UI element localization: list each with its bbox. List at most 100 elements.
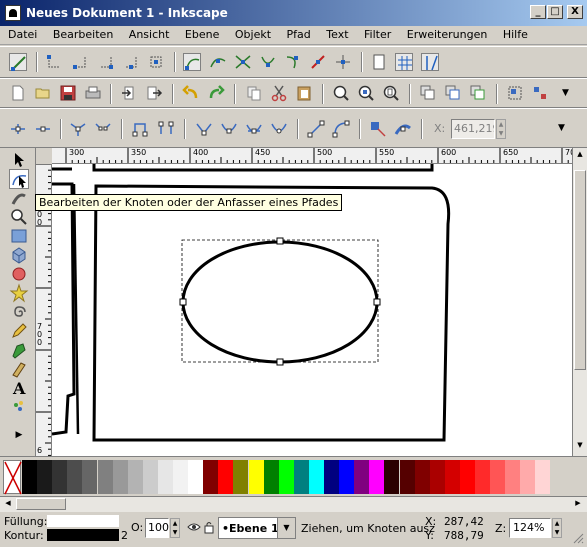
layer-select[interactable]: •Ebene 1 ▼: [218, 517, 296, 539]
color-swatch[interactable]: [369, 460, 385, 494]
color-swatch[interactable]: [339, 460, 355, 494]
smooth-node-icon[interactable]: [220, 120, 238, 138]
spiral-tool-icon[interactable]: [9, 302, 29, 322]
minimize-button[interactable]: _: [530, 5, 546, 19]
scroll-left-arrow-icon[interactable]: ◀: [2, 499, 14, 510]
spray-tool-icon[interactable]: [9, 397, 29, 417]
ellipse-node-left[interactable]: [179, 298, 187, 306]
node-toolbar-overflow-chevron-icon[interactable]: ▼: [558, 123, 565, 133]
tweak-tool-icon[interactable]: [9, 188, 29, 208]
print-icon[interactable]: [84, 84, 102, 102]
color-swatch[interactable]: [308, 460, 324, 494]
scroll-up-arrow-icon[interactable]: ▲: [575, 150, 585, 162]
snap-smooth-nodes-icon[interactable]: [284, 53, 302, 71]
menu-hilfe[interactable]: Hilfe: [497, 26, 534, 44]
color-swatch[interactable]: [22, 460, 37, 494]
calligraphy-tool-icon[interactable]: [9, 359, 29, 379]
color-swatch[interactable]: [490, 460, 506, 494]
star-tool-icon[interactable]: [9, 283, 29, 303]
color-swatch[interactable]: [37, 460, 53, 494]
zoom-selection-icon[interactable]: [332, 84, 350, 102]
ellipse-node-right[interactable]: [373, 298, 381, 306]
make-segment-line-icon[interactable]: [307, 120, 325, 138]
menu-ebene[interactable]: Ebene: [179, 26, 225, 44]
selected-ellipse[interactable]: [181, 240, 379, 364]
menu-text[interactable]: Text: [320, 26, 354, 44]
snap-midpoints-icon[interactable]: [309, 53, 327, 71]
stroke-to-path-icon[interactable]: [394, 120, 412, 138]
color-swatch[interactable]: [188, 460, 204, 494]
object-to-path-icon[interactable]: [369, 120, 387, 138]
color-swatch[interactable]: [233, 460, 249, 494]
color-swatch[interactable]: [248, 460, 264, 494]
new-document-icon[interactable]: [9, 84, 27, 102]
scroll-right-arrow-icon[interactable]: ▶: [572, 499, 584, 510]
stroke-indicator[interactable]: [47, 529, 119, 541]
snap-nodes-icon[interactable]: [183, 53, 201, 71]
layer-lock-icon[interactable]: [203, 520, 215, 534]
undo-icon[interactable]: [182, 84, 200, 102]
open-folder-icon[interactable]: [34, 84, 52, 102]
redo-icon[interactable]: [207, 84, 225, 102]
menu-filter[interactable]: Filter: [358, 26, 397, 44]
color-swatch[interactable]: [535, 460, 551, 494]
duplicate-icon[interactable]: [419, 84, 437, 102]
menu-erweiterungen[interactable]: Erweiterungen: [401, 26, 494, 44]
color-swatch[interactable]: [173, 460, 188, 494]
color-swatch[interactable]: [384, 460, 400, 494]
snap-centers-icon[interactable]: [334, 53, 352, 71]
snap-paths-icon[interactable]: [209, 53, 227, 71]
color-swatch[interactable]: [52, 460, 68, 494]
snap-guides-icon[interactable]: [421, 53, 439, 71]
pen-tool-icon[interactable]: [9, 340, 29, 360]
color-swatch[interactable]: [354, 460, 370, 494]
color-swatch[interactable]: [82, 460, 98, 494]
zoom-spinner[interactable]: ▲ ▼: [552, 518, 562, 538]
join-segment-icon[interactable]: [131, 120, 149, 138]
color-swatch[interactable]: [520, 460, 536, 494]
color-swatch[interactable]: [142, 460, 158, 494]
menu-pfad[interactable]: Pfad: [281, 26, 317, 44]
save-icon[interactable]: [59, 84, 77, 102]
color-swatch[interactable]: [157, 460, 173, 494]
color-swatch[interactable]: [459, 460, 475, 494]
snap-bbox-centers-icon[interactable]: [147, 53, 165, 71]
group-icon[interactable]: [506, 84, 524, 102]
toolbox-more-chevron-icon[interactable]: ▶: [9, 430, 29, 450]
horizontal-scroll-thumb[interactable]: [16, 498, 66, 510]
text-tool-icon[interactable]: A: [9, 378, 29, 398]
color-swatch[interactable]: [399, 460, 415, 494]
snap-bbox-edges-icon[interactable]: [71, 53, 89, 71]
resize-grip-icon[interactable]: [572, 532, 584, 544]
color-swatch[interactable]: [414, 460, 430, 494]
color-swatch[interactable]: [278, 460, 294, 494]
main-frame-shape[interactable]: [92, 184, 451, 442]
color-swatch[interactable]: [505, 460, 521, 494]
color-swatch[interactable]: [97, 460, 113, 494]
vertical-scroll-thumb[interactable]: [574, 170, 586, 370]
fill-indicator[interactable]: [47, 515, 119, 527]
menu-ansicht[interactable]: Ansicht: [123, 26, 176, 44]
zoom-input[interactable]: 124%: [509, 518, 551, 538]
cut-icon[interactable]: [270, 84, 288, 102]
color-swatch[interactable]: [324, 460, 339, 494]
color-swatch[interactable]: [263, 460, 279, 494]
snap-bbox-icon[interactable]: [45, 53, 63, 71]
color-swatch[interactable]: [429, 460, 445, 494]
rectangle-tool-icon[interactable]: [9, 226, 29, 246]
horizontal-scrollbar[interactable]: ◀ ▶: [0, 496, 587, 512]
cusp-node-icon[interactable]: [195, 120, 213, 138]
pencil-tool-icon[interactable]: [9, 321, 29, 341]
layer-visibility-eye-icon[interactable]: [187, 520, 201, 534]
snap-bbox-corners-icon[interactable]: [97, 53, 115, 71]
delete-node-icon[interactable]: [34, 120, 52, 138]
snap-bbox-midpoints-icon[interactable]: [122, 53, 140, 71]
menu-bearbeiten[interactable]: Bearbeiten: [47, 26, 119, 44]
scroll-down-arrow-icon[interactable]: ▼: [575, 441, 585, 453]
export-icon[interactable]: [145, 84, 163, 102]
x-coordinate-spinner[interactable]: ▲ ▼: [496, 119, 506, 139]
color-swatch[interactable]: [67, 460, 83, 494]
snap-toggle-icon[interactable]: [9, 53, 27, 71]
color-swatch[interactable]: [218, 460, 234, 494]
join-nodes-icon[interactable]: [69, 120, 87, 138]
